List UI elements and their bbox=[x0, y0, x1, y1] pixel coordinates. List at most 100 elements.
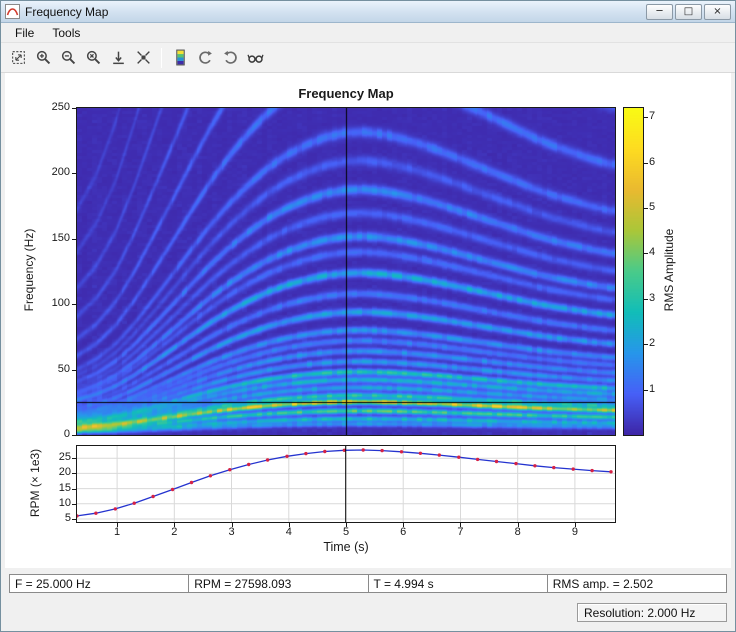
rpm-sample-marker bbox=[113, 507, 117, 511]
tick-label: 100 bbox=[51, 297, 70, 310]
tick-label: 9 bbox=[571, 526, 578, 538]
tick-mark bbox=[72, 473, 76, 475]
tick-mark bbox=[174, 523, 176, 527]
restore-view-icon bbox=[136, 51, 150, 64]
inspect-button[interactable] bbox=[243, 46, 267, 70]
tick-label: 2 bbox=[171, 526, 178, 538]
frequency-map-canvas[interactable] bbox=[77, 108, 615, 435]
rpm-sample-marker bbox=[94, 511, 98, 515]
plot-title: Frequency Map bbox=[298, 86, 394, 101]
tick-label: 3 bbox=[228, 526, 235, 538]
figure-area: Frequency Map 0 50 100 150 200 250 Frequency … bbox=[5, 73, 731, 568]
colormap-button[interactable] bbox=[168, 46, 192, 70]
frequency-axis-label: Frequency (Hz) bbox=[22, 228, 36, 312]
status-time: T = 4.994 s bbox=[367, 574, 548, 593]
tick-mark bbox=[72, 458, 76, 460]
tick-mark bbox=[644, 298, 648, 300]
tick-mark bbox=[644, 389, 648, 391]
undo-view-button[interactable] bbox=[193, 46, 217, 70]
rpm-sample-marker bbox=[418, 451, 423, 455]
rpm-sample-marker bbox=[132, 501, 136, 505]
rpm-sample-marker bbox=[285, 454, 289, 458]
tick-mark bbox=[644, 253, 648, 255]
rpm-sample-marker bbox=[151, 494, 155, 499]
rpm-sample-marker bbox=[208, 474, 213, 478]
tick-label: 150 bbox=[51, 231, 70, 244]
tick-label: 2 bbox=[649, 337, 656, 350]
frequency-map-axes: 0 50 100 150 200 250 bbox=[52, 101, 616, 440]
tick-mark bbox=[72, 369, 76, 371]
zoom-y-button[interactable] bbox=[106, 46, 130, 70]
tick-mark bbox=[644, 207, 648, 209]
tick-mark bbox=[72, 108, 76, 109]
tick-label: 10 bbox=[58, 496, 71, 509]
tick-mark bbox=[517, 523, 519, 527]
close-button[interactable]: × bbox=[704, 3, 731, 20]
rpm-sample-marker bbox=[399, 450, 404, 454]
rpm-plot[interactable] bbox=[77, 446, 615, 522]
rpm-sample-marker bbox=[265, 458, 270, 462]
fit-to-window-icon bbox=[11, 51, 25, 64]
tick-label: 5 bbox=[342, 526, 350, 538]
colorbar: 1 2 3 4 5 6 7 bbox=[623, 107, 655, 436]
status-rpm: RPM = 27598.093 bbox=[188, 574, 369, 593]
tick-label: 25 bbox=[58, 451, 71, 464]
tick-mark bbox=[72, 238, 76, 240]
colormap-icon bbox=[175, 49, 185, 66]
tick-label: 0 bbox=[63, 428, 70, 440]
redo-view-button[interactable] bbox=[218, 46, 242, 70]
tick-label: 6 bbox=[400, 526, 407, 538]
tick-label: 4 bbox=[649, 246, 656, 259]
rpm-sample-marker bbox=[609, 470, 613, 474]
tick-mark bbox=[231, 523, 233, 527]
tick-mark bbox=[346, 523, 347, 527]
tick-label: 50 bbox=[57, 362, 70, 375]
zoom-in-button[interactable] bbox=[31, 46, 55, 70]
rpm-sample-marker bbox=[457, 455, 461, 459]
tick-mark bbox=[72, 488, 76, 490]
rpm-sample-marker bbox=[77, 514, 79, 518]
tick-mark bbox=[72, 173, 76, 175]
status-rms-amplitude: RMS amp. = 2.502 bbox=[546, 574, 727, 593]
figure-app-icon bbox=[5, 4, 20, 19]
tick-label: 20 bbox=[58, 466, 71, 479]
tick-mark bbox=[403, 523, 405, 527]
rpm-sample-marker bbox=[189, 480, 194, 485]
tick-mark bbox=[574, 523, 576, 527]
tick-label: 250 bbox=[51, 101, 70, 113]
redo-view-icon bbox=[223, 50, 237, 64]
app-window: Frequency Map ─ □ × File Tools Frequency… bbox=[0, 0, 736, 632]
tick-label: 6 bbox=[649, 155, 656, 168]
title-bar: Frequency Map ─ □ × bbox=[1, 1, 735, 23]
tick-label: 3 bbox=[649, 291, 656, 304]
tick-label: 1 bbox=[114, 526, 121, 538]
rpm-sample-marker bbox=[494, 459, 499, 464]
window-title: Frequency Map bbox=[25, 4, 109, 19]
menu-file[interactable]: File bbox=[7, 24, 42, 42]
rpm-sample-marker bbox=[437, 453, 441, 457]
tick-label: 1 bbox=[649, 382, 656, 395]
rpm-axes: 5 10 15 20 25 1 2 3 4 5 6 7 8 9 bbox=[59, 445, 616, 538]
tick-mark bbox=[644, 117, 648, 119]
tick-mark bbox=[72, 518, 76, 520]
zoom-y-icon bbox=[112, 51, 124, 65]
rpm-sample-marker bbox=[533, 464, 537, 468]
tick-label: 4 bbox=[285, 526, 292, 538]
tick-label: 5 bbox=[649, 200, 656, 213]
fit-to-window-button[interactable] bbox=[6, 46, 30, 70]
zoom-out-icon bbox=[61, 50, 75, 65]
colorbar-label: RMS Amplitude bbox=[662, 228, 676, 312]
minimize-button[interactable]: ─ bbox=[646, 3, 673, 20]
zoom-out-button[interactable] bbox=[56, 46, 80, 70]
restore-view-button[interactable] bbox=[131, 46, 155, 70]
rpm-sample-marker bbox=[323, 449, 327, 454]
tick-label: 15 bbox=[58, 481, 71, 494]
status-bar: F = 25.000 Hz RPM = 27598.093 T = 4.994 … bbox=[9, 574, 727, 593]
app-icon bbox=[5, 4, 20, 19]
rpm-sample-marker bbox=[514, 461, 518, 466]
maximize-button[interactable]: □ bbox=[675, 3, 702, 20]
time-axis-label: Time (s) bbox=[323, 540, 369, 554]
tick-label: 5 bbox=[64, 511, 71, 524]
zoom-x-button[interactable] bbox=[81, 46, 105, 70]
menu-tools[interactable]: Tools bbox=[44, 24, 88, 42]
